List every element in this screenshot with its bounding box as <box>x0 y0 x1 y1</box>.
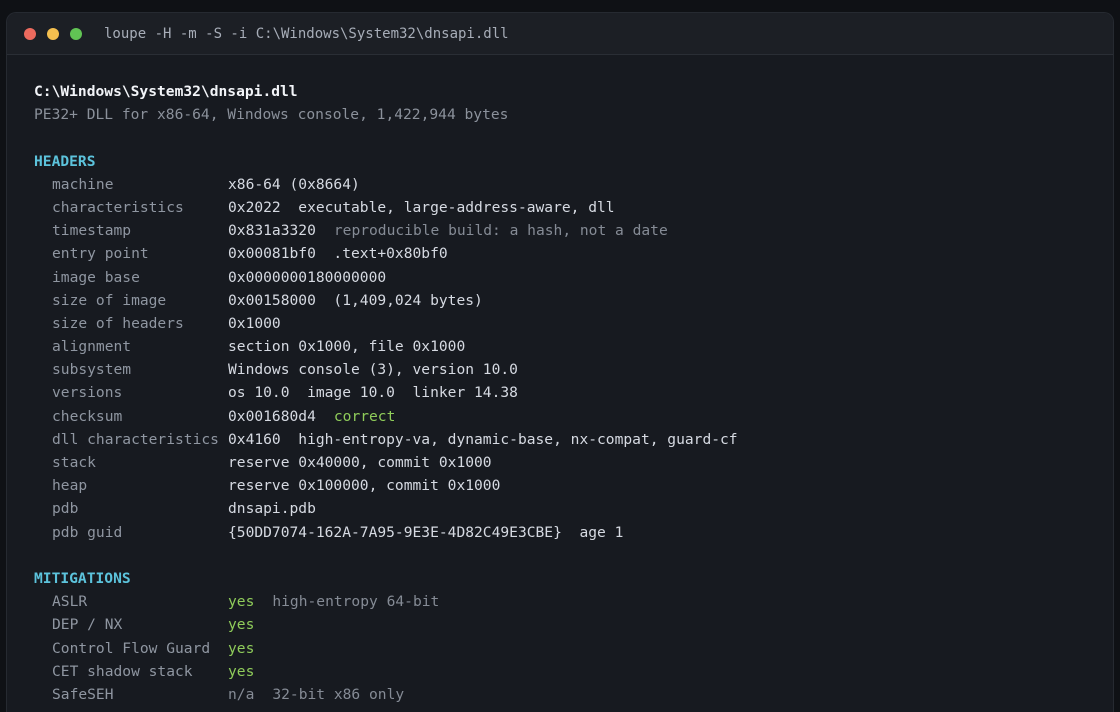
header-key: stack <box>52 454 96 471</box>
header-value: os 10.0 image 10.0 linker 14.38 <box>228 384 518 402</box>
header-value: 0x001680d4 <box>228 407 316 425</box>
header-key: size of headers <box>52 314 184 332</box>
header-row: dll characteristics 0x4160 high-entropy-v… <box>34 428 1113 451</box>
mitigation-row: ASLR yes high-entropy 64-bit <box>34 590 1113 613</box>
gap-spacer <box>316 219 334 242</box>
header-value: {50DD7074-162A-7A95-9E3E-4D82C49E3CBE} a… <box>228 523 624 541</box>
header-key: versions <box>52 384 123 402</box>
section-heading-mitigations: MITIGATIONS <box>34 569 131 587</box>
header-key: checksum <box>52 407 123 425</box>
header-key: dll characteristics <box>52 430 219 448</box>
mitigation-row: DEP / NX yes <box>34 613 1113 636</box>
gap-spacer <box>316 405 334 428</box>
mitigation-row: CET shadow stack yes <box>34 660 1113 683</box>
file-path: C:\Windows\System32\dnsapi.dll <box>34 83 298 100</box>
header-row: characteristics 0x2022 executable, large-… <box>34 196 1113 219</box>
mitigation-note: high-entropy 64-bit <box>272 593 440 611</box>
header-key: size of image <box>52 291 167 309</box>
mitigation-note: 32-bit x86 only <box>272 685 405 703</box>
header-row: heap reserve 0x100000, commit 0x1000 <box>34 474 1113 497</box>
header-value: dnsapi.pdb <box>228 500 316 518</box>
section-heading-headers: HEADERS <box>34 152 96 170</box>
header-value: 0x0000000180000000 <box>228 268 387 286</box>
header-value: 0x1000 <box>228 314 281 332</box>
header-row: entry point 0x00081bf0 .text+0x80bf0 <box>34 242 1113 265</box>
terminal-window: loupe -H -m -S -i C:\Windows\System32\dn… <box>6 12 1114 712</box>
header-row: checksum 0x001680d4 correct <box>34 405 1113 428</box>
gap-spacer <box>254 590 272 613</box>
header-value: 0x4160 high-entropy-va, dynamic-base, nx… <box>228 430 738 448</box>
header-row: pdb guid {50DD7074-162A-7A95-9E3E-4D82C49… <box>34 521 1113 544</box>
mitigation-name: ASLR <box>52 593 88 611</box>
terminal-output[interactable]: C:\Windows\System32\dnsapi.dll PE32+ DLL… <box>7 55 1113 706</box>
header-row: stack reserve 0x40000, commit 0x1000 <box>34 451 1113 474</box>
mitigation-name: Control Flow Guard <box>52 639 211 657</box>
header-value: section 0x1000, file 0x1000 <box>228 338 466 356</box>
header-value: reserve 0x40000, commit 0x1000 <box>228 454 492 471</box>
header-key: heap <box>52 477 88 495</box>
mitigation-status: yes <box>228 639 255 657</box>
header-value: 0x00081bf0 .text+0x80bf0 <box>228 245 448 263</box>
header-value: 0x831a3320 <box>228 222 316 240</box>
header-key: pdb <box>52 500 79 518</box>
mitigation-status: yes <box>228 616 255 634</box>
header-row: size of image 0x00158000 (1,409,024 bytes… <box>34 289 1113 312</box>
header-row: alignment section 0x1000, file 0x1000 <box>34 335 1113 358</box>
checksum-status: correct <box>333 407 396 425</box>
header-value: 0x2022 executable, large-address-aware, … <box>228 198 615 216</box>
mitigation-status: yes <box>228 662 255 680</box>
mitigation-row: SafeSEH n/a 32-bit x86 only <box>34 683 1113 706</box>
header-note: reproducible build: a hash, not a date <box>333 222 668 240</box>
header-key: machine <box>52 175 114 193</box>
header-row: size of headers 0x1000 <box>34 312 1113 335</box>
header-row: versions os 10.0 image 10.0 linker 14.38 <box>34 381 1113 404</box>
mitigation-status: n/a <box>228 685 255 703</box>
maximize-window-button[interactable] <box>70 27 82 40</box>
header-key: image base <box>52 268 140 286</box>
title-bar: loupe -H -m -S -i C:\Windows\System32\dn… <box>7 13 1113 55</box>
header-row: machine x86-64 (0x8664) <box>34 173 1113 196</box>
header-value: reserve 0x100000, commit 0x1000 <box>228 477 501 495</box>
close-window-button[interactable] <box>24 27 36 40</box>
minimize-window-button[interactable] <box>47 27 59 40</box>
mitigations-table: ASLR yes high-entropy 64-bit DEP / NX yes Con… <box>34 590 1113 706</box>
mitigation-row: Control Flow Guard yes <box>34 637 1113 660</box>
header-key: alignment <box>52 338 132 356</box>
mitigation-name: CET shadow stack <box>52 662 193 680</box>
gap-spacer <box>254 683 272 706</box>
header-key: characteristics <box>52 198 184 216</box>
header-key: timestamp <box>52 222 132 240</box>
header-row: subsystem Windows console (3), version 10… <box>34 358 1113 381</box>
headers-table: machine x86-64 (0x8664) characteristics 0x2… <box>34 173 1113 544</box>
header-value: Windows console (3), version 10.0 <box>228 361 518 379</box>
header-key: entry point <box>52 245 149 263</box>
header-key: pdb guid <box>52 523 123 541</box>
mitigation-name: SafeSEH <box>52 685 114 703</box>
mitigation-status: yes <box>228 593 255 611</box>
header-row: pdb dnsapi.pdb <box>34 497 1113 520</box>
header-row: timestamp 0x831a3320 reproducible build: a… <box>34 219 1113 242</box>
header-value: 0x00158000 (1,409,024 bytes) <box>228 291 483 309</box>
header-key: subsystem <box>52 361 132 379</box>
mitigation-name: DEP / NX <box>52 616 123 634</box>
header-row: image base 0x0000000180000000 <box>34 266 1113 289</box>
file-summary: PE32+ DLL for x86-64, Windows console, 1… <box>34 106 509 124</box>
window-title: loupe -H -m -S -i C:\Windows\System32\dn… <box>104 25 509 42</box>
header-value: x86-64 (0x8664) <box>228 175 360 193</box>
